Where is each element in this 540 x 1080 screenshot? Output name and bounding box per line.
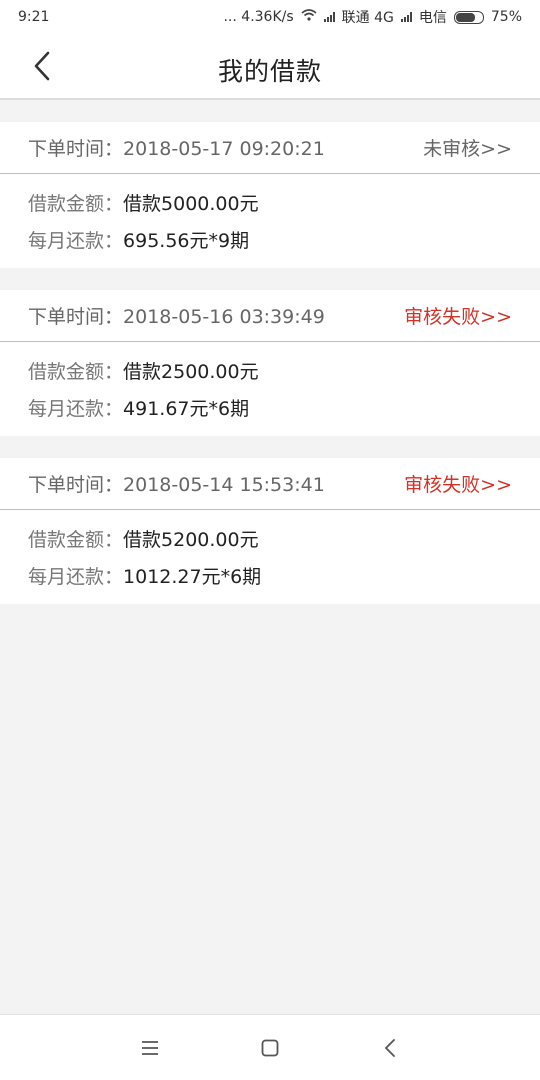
monthly-repayment-label: 每月还款： (28, 398, 124, 420)
status-time: 9:21 (18, 9, 50, 25)
loan-card-header: 下单时间：2018-05-16 03:39:49 审核失败>> (0, 290, 540, 342)
status-bar: 9:21 ... 4.36K/s 联通 4G 电信 75% (0, 0, 540, 34)
review-status-link[interactable]: 审核失败>> (404, 470, 512, 497)
order-time-line: 下单时间：2018-05-14 15:53:41 (28, 470, 325, 497)
loan-amount-label: 借款金额： (28, 529, 124, 551)
carrier-2: 电信 (418, 10, 447, 26)
battery-fill (455, 12, 476, 22)
back-chevron-icon (384, 1038, 395, 1057)
order-time-label: 下单时间： (28, 138, 124, 160)
system-nav-bar (0, 1014, 540, 1080)
loan-amount-label: 借款金额： (28, 361, 124, 383)
home-square-icon (261, 1039, 279, 1056)
loan-card[interactable]: 下单时间：2018-05-14 15:53:41 审核失败>> 借款金额： 借款520… (0, 458, 540, 604)
loan-card[interactable]: 下单时间：2018-05-17 09:20:21 未审核>> 借款金额： 借款5000… (0, 122, 540, 268)
battery-percent: 75% (490, 9, 522, 25)
system-back-button[interactable] (370, 1028, 410, 1068)
loan-card-body: 借款金额： 借款5200.00元 每月还款： 1012.27元*6期 (0, 510, 540, 604)
order-time-label: 下单时间： (28, 474, 124, 496)
loan-amount-row: 借款金额： 借款2500.00元 (28, 352, 512, 389)
loan-card-header: 下单时间：2018-05-14 15:53:41 审核失败>> (0, 458, 540, 510)
order-time-line: 下单时间：2018-05-16 03:39:49 (28, 302, 325, 329)
monthly-repayment-label: 每月还款： (28, 230, 124, 252)
monthly-repayment-row: 每月还款： 491.67元*6期 (28, 389, 512, 426)
page-title: 我的借款 (217, 57, 322, 86)
loan-amount-label: 借款金额： (28, 193, 124, 215)
order-time-line: 下单时间：2018-05-17 09:20:21 (28, 134, 325, 161)
loan-amount-row: 借款金额： 借款5200.00元 (28, 520, 512, 557)
loan-amount-value: 借款5200.00元 (123, 529, 259, 551)
review-status-link[interactable]: 审核失败>> (404, 302, 512, 329)
home-button[interactable] (250, 1028, 290, 1068)
order-time-value: 2018-05-16 03:39:49 (123, 306, 325, 328)
monthly-repayment-label: 每月还款： (28, 566, 124, 588)
signal-icon (400, 12, 412, 22)
loan-list: 下单时间：2018-05-17 09:20:21 未审核>> 借款金额： 借款5000… (0, 122, 540, 626)
signal-icon (323, 12, 335, 22)
loan-amount-row: 借款金额： 借款5000.00元 (28, 184, 512, 221)
order-time-value: 2018-05-14 15:53:41 (123, 474, 325, 496)
monthly-repayment-row: 每月还款： 695.56元*9期 (28, 221, 512, 258)
monthly-repayment-value: 695.56元*9期 (123, 230, 250, 252)
loan-card[interactable]: 下单时间：2018-05-16 03:39:49 审核失败>> 借款金额： 借款250… (0, 290, 540, 436)
loan-amount-value: 借款5000.00元 (123, 193, 259, 215)
loan-card-header: 下单时间：2018-05-17 09:20:21 未审核>> (0, 122, 540, 174)
status-indicators: ... 4.36K/s 联通 4G 电信 75% (223, 7, 522, 27)
wifi-icon (301, 9, 317, 25)
loan-card-body: 借款金额： 借款5000.00元 每月还款： 695.56元*9期 (0, 174, 540, 268)
network-speed: ... 4.36K/s (223, 9, 294, 25)
carrier-1: 联通 4G (341, 10, 394, 26)
loan-card-body: 借款金额： 借款2500.00元 每月还款： 491.67元*6期 (0, 342, 540, 436)
monthly-repayment-value: 1012.27元*6期 (123, 566, 262, 588)
battery-icon (453, 10, 484, 24)
review-status-link[interactable]: 未审核>> (423, 134, 512, 161)
monthly-repayment-row: 每月还款： 1012.27元*6期 (28, 557, 512, 594)
loan-amount-value: 借款2500.00元 (123, 361, 259, 383)
order-time-label: 下单时间： (28, 306, 124, 328)
menu-button[interactable] (130, 1028, 170, 1068)
nav-bar: 我的借款 (0, 34, 540, 100)
order-time-value: 2018-05-17 09:20:21 (123, 138, 325, 160)
monthly-repayment-value: 491.67元*6期 (123, 398, 250, 420)
menu-icon (142, 1040, 158, 1055)
